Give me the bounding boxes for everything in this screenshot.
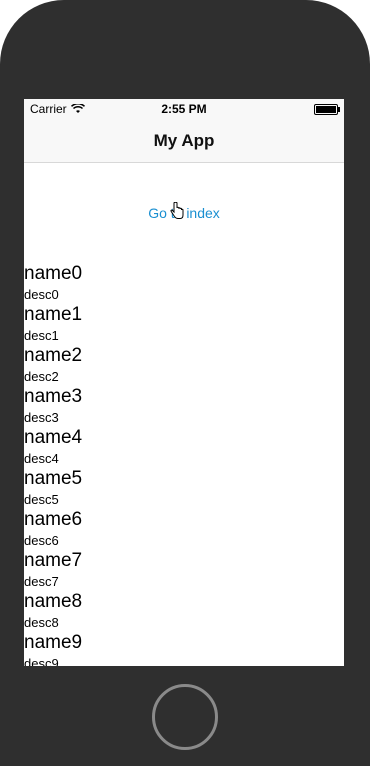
- item-desc: desc3: [24, 410, 59, 425]
- item-desc: desc8: [24, 615, 59, 630]
- list-item: name0 desc0: [24, 263, 344, 304]
- list-item: name2 desc2: [24, 345, 344, 386]
- item-desc: desc0: [24, 287, 59, 302]
- navigation-bar: My App: [24, 119, 344, 163]
- item-name: name1: [24, 304, 83, 325]
- status-bar: Carrier 2:55 PM: [24, 99, 344, 119]
- item-list: name0 desc0 name1 desc1 name2 desc2 name…: [24, 263, 344, 666]
- list-item: name5 desc5: [24, 468, 344, 509]
- list-item: name9 desc9: [24, 632, 344, 666]
- item-desc: desc5: [24, 492, 59, 507]
- item-desc: desc9: [24, 656, 59, 666]
- item-desc: desc2: [24, 369, 59, 384]
- item-name: name0: [24, 263, 83, 284]
- item-name: name7: [24, 550, 83, 571]
- battery-icon: [314, 104, 340, 115]
- item-desc: desc7: [24, 574, 59, 589]
- list-item: name7 desc7: [24, 550, 344, 591]
- list-item: name1 desc1: [24, 304, 344, 345]
- go-to-index-link[interactable]: Go to index: [24, 205, 344, 221]
- list-item: name3 desc3: [24, 386, 344, 427]
- item-desc: desc4: [24, 451, 59, 466]
- list-item: name6 desc6: [24, 509, 344, 550]
- item-desc: desc1: [24, 328, 59, 343]
- item-desc: desc6: [24, 533, 59, 548]
- hand-cursor-icon: [170, 202, 184, 219]
- status-time: 2:55 PM: [161, 102, 207, 116]
- item-name: name4: [24, 427, 83, 448]
- home-button[interactable]: [152, 684, 218, 750]
- page-title: My App: [153, 130, 215, 150]
- item-name: name9: [24, 632, 83, 653]
- app-screen: Carrier 2:55 PM My App Go to index name0: [24, 99, 344, 666]
- item-name: name5: [24, 468, 83, 489]
- link-container: Go to index: [24, 163, 344, 263]
- item-name: name6: [24, 509, 83, 530]
- list-item: name4 desc4: [24, 427, 344, 468]
- item-name: name2: [24, 345, 83, 366]
- device-frame: Carrier 2:55 PM My App Go to index name0: [0, 0, 370, 766]
- item-name: name3: [24, 386, 83, 407]
- list-item: name8 desc8: [24, 591, 344, 632]
- item-name: name8: [24, 591, 83, 612]
